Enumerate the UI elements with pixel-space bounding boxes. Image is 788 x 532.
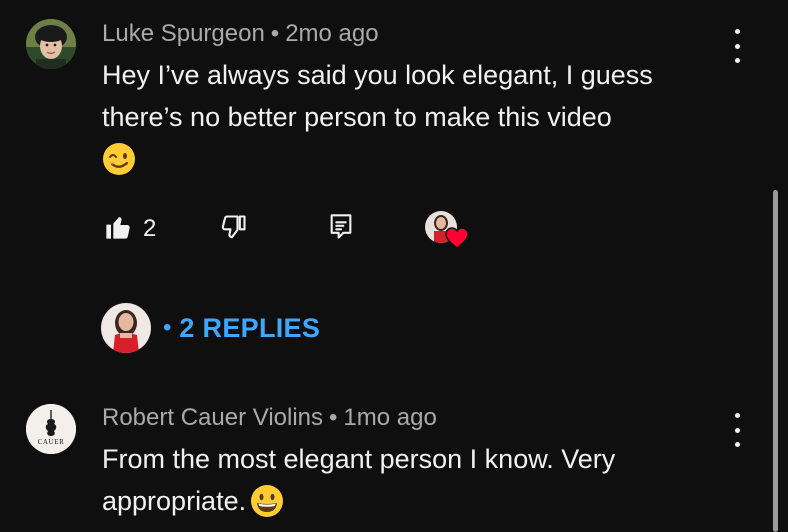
avatar-image: [26, 19, 76, 69]
comment-text: Hey I’ve always said you look elegant, I…: [102, 54, 752, 180]
commenter-avatar[interactable]: CAUER: [26, 404, 76, 454]
comment-meta: Luke Spurgeon • 2mo ago: [102, 20, 379, 48]
comment-text-line: appropriate.: [102, 486, 247, 516]
replies-separator: •: [163, 314, 172, 341]
comment-author[interactable]: Robert Cauer Violins: [102, 404, 323, 431]
comment-text-line: Hey I’ve always said you look elegant, I…: [102, 60, 653, 90]
like-count: 2: [143, 215, 157, 242]
reply-button[interactable]: [327, 213, 357, 243]
violin-logo-icon: CAUER: [26, 404, 76, 454]
winking-face-emoji: [103, 143, 135, 175]
comment-text-line: From the most elegant person I know. Ver…: [102, 444, 616, 474]
replier-avatar: [101, 303, 151, 353]
commenter-avatar[interactable]: [26, 19, 76, 69]
thumbs-down-icon: [221, 215, 246, 239]
comment-time[interactable]: 2mo ago: [285, 20, 378, 47]
avatar-logo-text: CAUER: [38, 438, 65, 446]
meta-separator: •: [329, 404, 338, 431]
comment-meta: Robert Cauer Violins • 1mo ago: [102, 404, 437, 432]
thumbs-up-icon: [106, 216, 130, 239]
grinning-face-emoji: [251, 485, 284, 517]
meta-separator: •: [270, 20, 280, 47]
comments-page: Luke Spurgeon • 2mo ago Hey I’ve always sa…: [0, 0, 788, 532]
like-button[interactable]: [104, 213, 134, 243]
comment-text-line: there’s no better person to make this vi…: [102, 102, 612, 132]
comment-text: From the most elegant person I know. Ver…: [102, 438, 752, 522]
replies-count-label[interactable]: 2 REPLIES: [179, 313, 320, 344]
reply-icon: [330, 214, 352, 239]
comment-time[interactable]: 1mo ago: [343, 404, 436, 431]
creator-heart: [425, 211, 469, 251]
scrollbar[interactable]: [773, 190, 778, 532]
dislike-button[interactable]: [220, 213, 250, 243]
comment-author[interactable]: Luke Spurgeon: [102, 20, 265, 47]
heart-icon: [445, 227, 469, 249]
view-replies-button[interactable]: • 2 REPLIES: [101, 303, 320, 353]
